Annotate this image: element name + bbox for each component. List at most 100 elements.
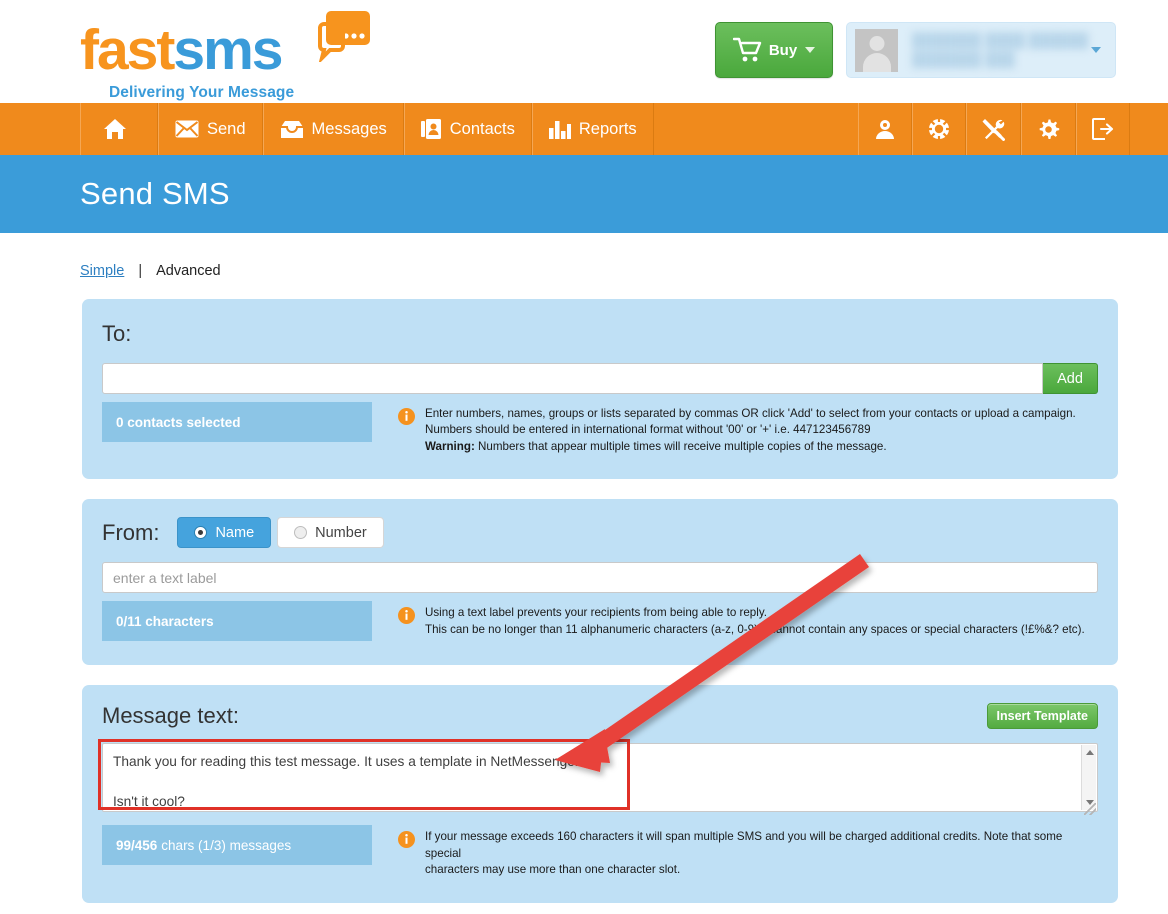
lifebuoy-icon — [928, 118, 950, 140]
scroll-up-icon[interactable] — [1082, 745, 1097, 760]
page-title: Send SMS — [80, 176, 230, 211]
page-header-bar: Send SMS — [0, 155, 1168, 233]
to-input-row: Add — [102, 363, 1098, 394]
from-hint-line-1: Using a text label prevents your recipie… — [425, 606, 767, 620]
from-header-row: From: Name Number — [102, 517, 1098, 549]
to-meta-row: 0 contacts selected Enter numbers, names… — [102, 402, 1098, 455]
tab-separator: | — [138, 263, 143, 279]
from-option-number-label: Number — [315, 524, 367, 541]
nav-item-contacts[interactable]: Contacts — [403, 103, 532, 155]
top-header: fastsms Delivering Your Message Buy ████… — [0, 0, 1168, 103]
to-hint-line-2: Numbers should be entered in internation… — [425, 423, 871, 437]
nav-right-group — [858, 103, 1130, 155]
nav-item-reports-label: Reports — [578, 119, 637, 138]
message-header-row: Message text: Insert Template — [102, 703, 1098, 730]
message-textarea-wrap — [98, 739, 1098, 817]
nav-item-settings[interactable] — [1021, 103, 1076, 155]
from-characters-count: 0/11 characters — [116, 613, 214, 629]
nav-item-messages[interactable]: Messages — [262, 103, 404, 155]
message-characters-rest: chars (1/3) messages — [161, 837, 292, 853]
insert-template-button[interactable]: Insert Template — [986, 703, 1098, 730]
message-text-input[interactable] — [102, 743, 1098, 813]
from-label-input[interactable] — [102, 562, 1098, 594]
message-hint-text: If your message exceeds 160 characters i… — [425, 829, 1098, 878]
from-type-radio-group: Name Number — [177, 517, 384, 549]
message-characters-counter: 99/456 chars (1/3) messages — [102, 825, 372, 866]
nav-left-group: Send Messages Contacts Reports — [80, 103, 654, 155]
speech-bubble-icon — [318, 11, 370, 62]
from-option-number[interactable]: Number — [277, 517, 384, 549]
nav-item-send-label: Send — [207, 119, 246, 138]
tab-simple[interactable]: Simple — [80, 263, 124, 279]
tools-icon — [982, 118, 1005, 141]
from-hint-text: Using a text label prevents your recipie… — [425, 605, 1085, 638]
from-panel: From: Name Number 0/11 characters — [82, 499, 1118, 666]
gear-icon — [1037, 118, 1060, 141]
nav-item-tools[interactable] — [966, 103, 1021, 155]
chevron-down-icon — [805, 47, 816, 53]
account-menu[interactable]: ███████ ████ ██████ ███████ ███ — [846, 22, 1116, 78]
message-scrollbar[interactable] — [1081, 745, 1097, 811]
logout-icon — [1092, 118, 1114, 140]
nav-item-reports[interactable]: Reports — [531, 103, 654, 155]
bar-chart-icon — [548, 119, 571, 139]
inbox-icon — [280, 120, 304, 139]
envelope-icon — [175, 120, 199, 138]
contacts-selected-count: 0 contacts selected — [116, 414, 241, 430]
nav-item-support[interactable] — [912, 103, 966, 155]
info-icon — [398, 607, 415, 638]
to-hint-warning-text: Numbers that appear multiple times will … — [474, 439, 887, 453]
to-hint-line-3: Warning: Numbers that appear multiple ti… — [425, 439, 1076, 455]
from-option-name-label: Name — [215, 524, 255, 541]
from-characters-counter: 0/11 characters — [102, 601, 372, 642]
mode-tabs: Simple | Advanced — [80, 263, 1168, 279]
from-option-name[interactable]: Name — [177, 517, 272, 549]
from-hint: Using a text label prevents your recipie… — [372, 601, 1085, 638]
home-icon — [103, 118, 127, 140]
nav-item-logout[interactable] — [1076, 103, 1130, 155]
to-hint-line-1: Enter numbers, names, groups or lists se… — [425, 407, 1076, 420]
to-panel: To: Add 0 contacts selected Enter number… — [82, 299, 1118, 480]
logo-fast-text: fast — [80, 18, 175, 82]
nav-item-messages-label: Messages — [311, 119, 387, 138]
message-panel: Message text: Insert Template 99/456char… — [82, 685, 1118, 903]
textarea-resize-handle[interactable] — [1084, 803, 1096, 816]
add-contacts-button[interactable]: Add — [1043, 363, 1098, 394]
radio-dot-icon — [294, 526, 308, 540]
nav-item-send[interactable]: Send — [158, 103, 263, 155]
message-characters-count: 99/456 — [116, 837, 158, 853]
to-recipients-input[interactable] — [102, 363, 1043, 394]
nav-item-contacts-label: Contacts — [449, 119, 515, 138]
from-hint-line-2: This can be no longer than 11 alphanumer… — [425, 622, 1085, 636]
message-hint-line-1: If your message exceeds 160 characters i… — [425, 830, 1063, 860]
contacts-selected-counter: 0 contacts selected — [102, 402, 372, 442]
buy-button[interactable]: Buy — [715, 22, 833, 78]
user-icon — [874, 118, 896, 140]
message-hint: If your message exceeds 160 characters i… — [372, 825, 1098, 878]
info-icon — [398, 408, 415, 455]
logo-tagline: Delivering Your Message — [109, 84, 295, 101]
main-navigation: Send Messages Contacts Reports — [0, 103, 1168, 155]
user-avatar-icon — [855, 28, 898, 72]
chevron-down-icon — [1091, 47, 1101, 53]
from-meta-row: 0/11 characters Using a text label preve… — [102, 601, 1098, 642]
page-content: Simple | Advanced To: Add 0 contacts sel… — [0, 263, 1168, 903]
message-meta-row: 99/456 chars (1/3) messages If your messa… — [102, 825, 1098, 878]
nav-item-home[interactable] — [80, 103, 158, 155]
message-hint-line-2: characters may use more than one charact… — [425, 863, 681, 877]
tab-advanced[interactable]: Advanced — [156, 263, 221, 279]
contacts-book-icon — [420, 118, 442, 140]
buy-button-label: Buy — [768, 41, 798, 59]
from-panel-title: From: — [102, 519, 160, 545]
logo-wordmark: fastsms — [80, 22, 283, 79]
logo-sms-text: sms — [173, 18, 283, 82]
to-hint: Enter numbers, names, groups or lists se… — [372, 402, 1076, 455]
nav-item-profile[interactable] — [858, 103, 912, 155]
message-panel-title: Message text: — [102, 703, 239, 729]
info-icon — [398, 831, 415, 878]
to-panel-title: To: — [102, 321, 132, 346]
fastsms-logo[interactable]: fastsms Delivering Your Message — [80, 8, 380, 101]
radio-dot-icon — [194, 526, 208, 540]
to-hint-warning-label: Warning: — [425, 439, 475, 453]
shopping-cart-icon — [732, 37, 762, 62]
